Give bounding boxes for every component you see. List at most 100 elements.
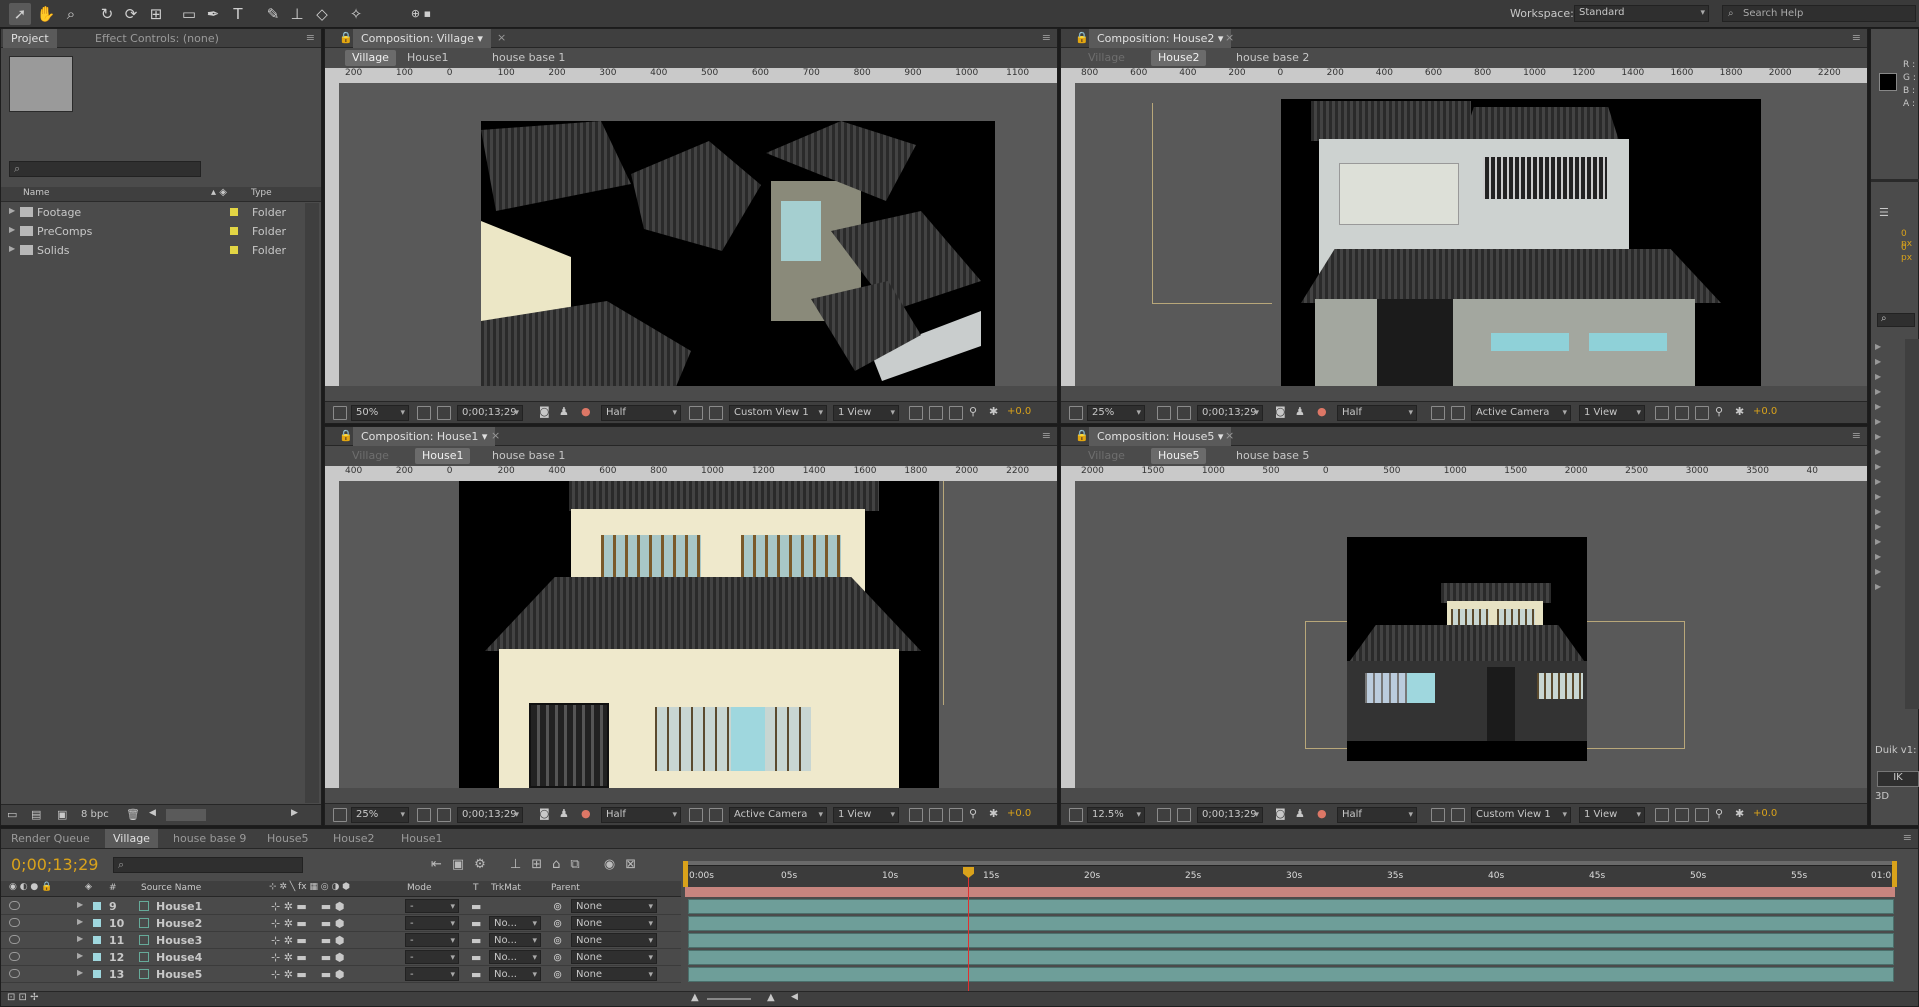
layer-switches[interactable]: ⊹ ✲ ▬ ▬ ⬢ [271, 900, 344, 913]
exposure-value[interactable]: +0.0 [1007, 406, 1031, 417]
align-icon[interactable]: ☰ [1879, 206, 1889, 219]
tab-render-queue[interactable]: Render Queue [3, 829, 98, 848]
brush-icon[interactable]: ✎ [262, 3, 284, 25]
region-of-interest-icon[interactable] [1431, 808, 1445, 822]
column-mode[interactable]: Mode [407, 883, 432, 893]
fast-previews-icon[interactable] [1675, 406, 1689, 420]
snapshot-icon[interactable]: ◙ [1275, 807, 1286, 820]
label-color[interactable] [93, 919, 101, 927]
transparency-grid-icon[interactable] [1451, 406, 1465, 420]
fast-previews-icon[interactable] [929, 406, 943, 420]
mode-select[interactable]: - [405, 916, 459, 931]
always-preview-icon[interactable] [1069, 808, 1083, 822]
zoom-in-icon[interactable]: ▲ [767, 992, 775, 1003]
resolution-select[interactable]: Half [601, 405, 681, 421]
flowchart-icon[interactable]: ⚲ [1715, 405, 1723, 418]
timeline-icon[interactable] [949, 808, 963, 822]
always-preview-icon[interactable] [1069, 406, 1083, 420]
toggle-pixel-aspect-icon[interactable] [1655, 406, 1669, 420]
text-icon[interactable]: T [227, 3, 249, 25]
rotate-icon[interactable]: ↻ [96, 3, 118, 25]
snapshot-icon[interactable]: ◙ [539, 405, 550, 418]
pickwhip-icon[interactable]: ⊚ [553, 934, 562, 947]
current-time-field[interactable]: 0;00;13;29 [1197, 807, 1263, 823]
tab-composition[interactable]: Composition: Village ▾ [353, 29, 491, 48]
tab-house2[interactable]: House2 [325, 829, 382, 848]
region-of-interest-icon[interactable] [689, 808, 703, 822]
preserve-transparency-toggle[interactable]: ▬ [471, 900, 481, 913]
current-time-indicator[interactable] [968, 867, 969, 993]
work-area-range[interactable] [685, 887, 1895, 897]
magnification-select[interactable]: 50% [351, 405, 409, 421]
viewport[interactable] [1075, 83, 1867, 386]
project-scrollbar[interactable] [305, 203, 319, 803]
fast-previews-icon[interactable] [929, 808, 943, 822]
lock-icon[interactable]: 🔒 [339, 31, 353, 44]
layer-switches[interactable]: ⊹ ✲ ▬ ▬ ⬢ [271, 968, 344, 981]
view-select[interactable]: Custom View 1 [729, 405, 827, 421]
orbit-camera-icon[interactable]: ⟳ [120, 3, 142, 25]
view-layout-select[interactable]: 1 View [1579, 807, 1645, 823]
label-color[interactable] [230, 208, 238, 216]
snapshot-icon[interactable]: ◙ [539, 807, 550, 820]
channel-icon[interactable]: ● [581, 807, 591, 820]
region-of-interest-icon[interactable] [1431, 406, 1445, 420]
safe-zones-icon[interactable] [417, 808, 431, 822]
view-layout-select[interactable]: 1 View [833, 405, 899, 421]
selection-icon[interactable]: ➚ [9, 3, 31, 25]
panel-menu-icon[interactable]: ≡ [1852, 31, 1861, 44]
preserve-transparency-toggle[interactable]: ▬ [471, 951, 481, 964]
layer-name[interactable]: House5 [156, 968, 202, 981]
trkmat-select[interactable]: No... [489, 933, 541, 948]
show-snapshot-icon[interactable]: ♟ [1295, 405, 1305, 418]
project-item[interactable]: ▶ Footage Folder [1, 203, 309, 222]
eraser-icon[interactable]: ◇ [311, 3, 333, 25]
layer-duration-bar[interactable] [688, 950, 1894, 965]
exposure-value[interactable]: +0.0 [1753, 808, 1777, 819]
mask-visibility-icon[interactable] [1177, 808, 1191, 822]
track-xy-icon[interactable]: ⊞ [145, 3, 167, 25]
mode-select[interactable]: - [405, 950, 459, 965]
effects-search-input[interactable]: ⌕ [1877, 313, 1915, 327]
tab-effect-controls[interactable]: Effect Controls: (none) [87, 29, 227, 48]
viewport[interactable] [339, 481, 1057, 788]
project-item[interactable]: ▶ PreComps Folder [1, 222, 309, 241]
crumb-house-base-5[interactable]: house base 5 [1229, 448, 1316, 464]
layer-duration-bar[interactable] [688, 899, 1894, 914]
current-time-field[interactable]: 0;00;13;29 [1197, 405, 1263, 421]
tab-composition[interactable]: Composition: House5 ▾ [1089, 427, 1232, 446]
disclosure-icon[interactable]: ▶ [9, 206, 15, 215]
tab-composition[interactable]: Composition: House2 ▾ [1089, 29, 1232, 48]
snapshot-icon[interactable]: ◙ [1275, 405, 1286, 418]
view-layout-select[interactable]: 1 View [833, 807, 899, 823]
mode-select[interactable]: - [405, 967, 459, 982]
lock-icon[interactable]: 🔒 [1075, 31, 1089, 44]
reset-exposure-icon[interactable]: ✱ [1735, 807, 1744, 820]
zoom-slider[interactable] [707, 998, 751, 1000]
crumb-village[interactable]: Village [1081, 448, 1132, 464]
column-type[interactable]: Type [251, 188, 272, 198]
tab-house1[interactable]: House1 [393, 829, 450, 848]
layer-duration-bar[interactable] [688, 916, 1894, 931]
search-help-input[interactable]: ⌕ Search Help [1722, 5, 1916, 22]
current-time-field[interactable]: 0;00;13;29 [457, 405, 523, 421]
resolution-select[interactable]: Half [601, 807, 681, 823]
safe-zones-icon[interactable] [1157, 406, 1171, 420]
puppet-pin-icon[interactable]: ✧ [345, 3, 367, 25]
transparency-grid-icon[interactable] [709, 406, 723, 420]
column-parent[interactable]: Parent [551, 883, 580, 893]
layer-name[interactable]: House4 [156, 951, 202, 964]
exposure-value[interactable]: +0.0 [1007, 808, 1031, 819]
panel-menu-icon[interactable]: ≡ [1852, 429, 1861, 442]
layer-duration-bar[interactable] [688, 933, 1894, 948]
lock-icon[interactable]: 🔒 [1075, 429, 1089, 442]
label-column-icon[interactable]: ▴ ◈ [211, 187, 227, 198]
magnification-select[interactable]: 25% [1087, 405, 1145, 421]
preserve-transparency-toggle[interactable]: ▬ [471, 934, 481, 947]
layer-switches[interactable]: ⊹ ✲ ▬ ▬ ⬢ [271, 917, 344, 930]
lock-icon[interactable]: 🔒 [339, 429, 353, 442]
panel-menu-icon[interactable]: ≡ [306, 31, 315, 44]
fast-previews-icon[interactable] [1675, 808, 1689, 822]
magnification-select[interactable]: 25% [351, 807, 409, 823]
show-snapshot-icon[interactable]: ♟ [559, 807, 569, 820]
